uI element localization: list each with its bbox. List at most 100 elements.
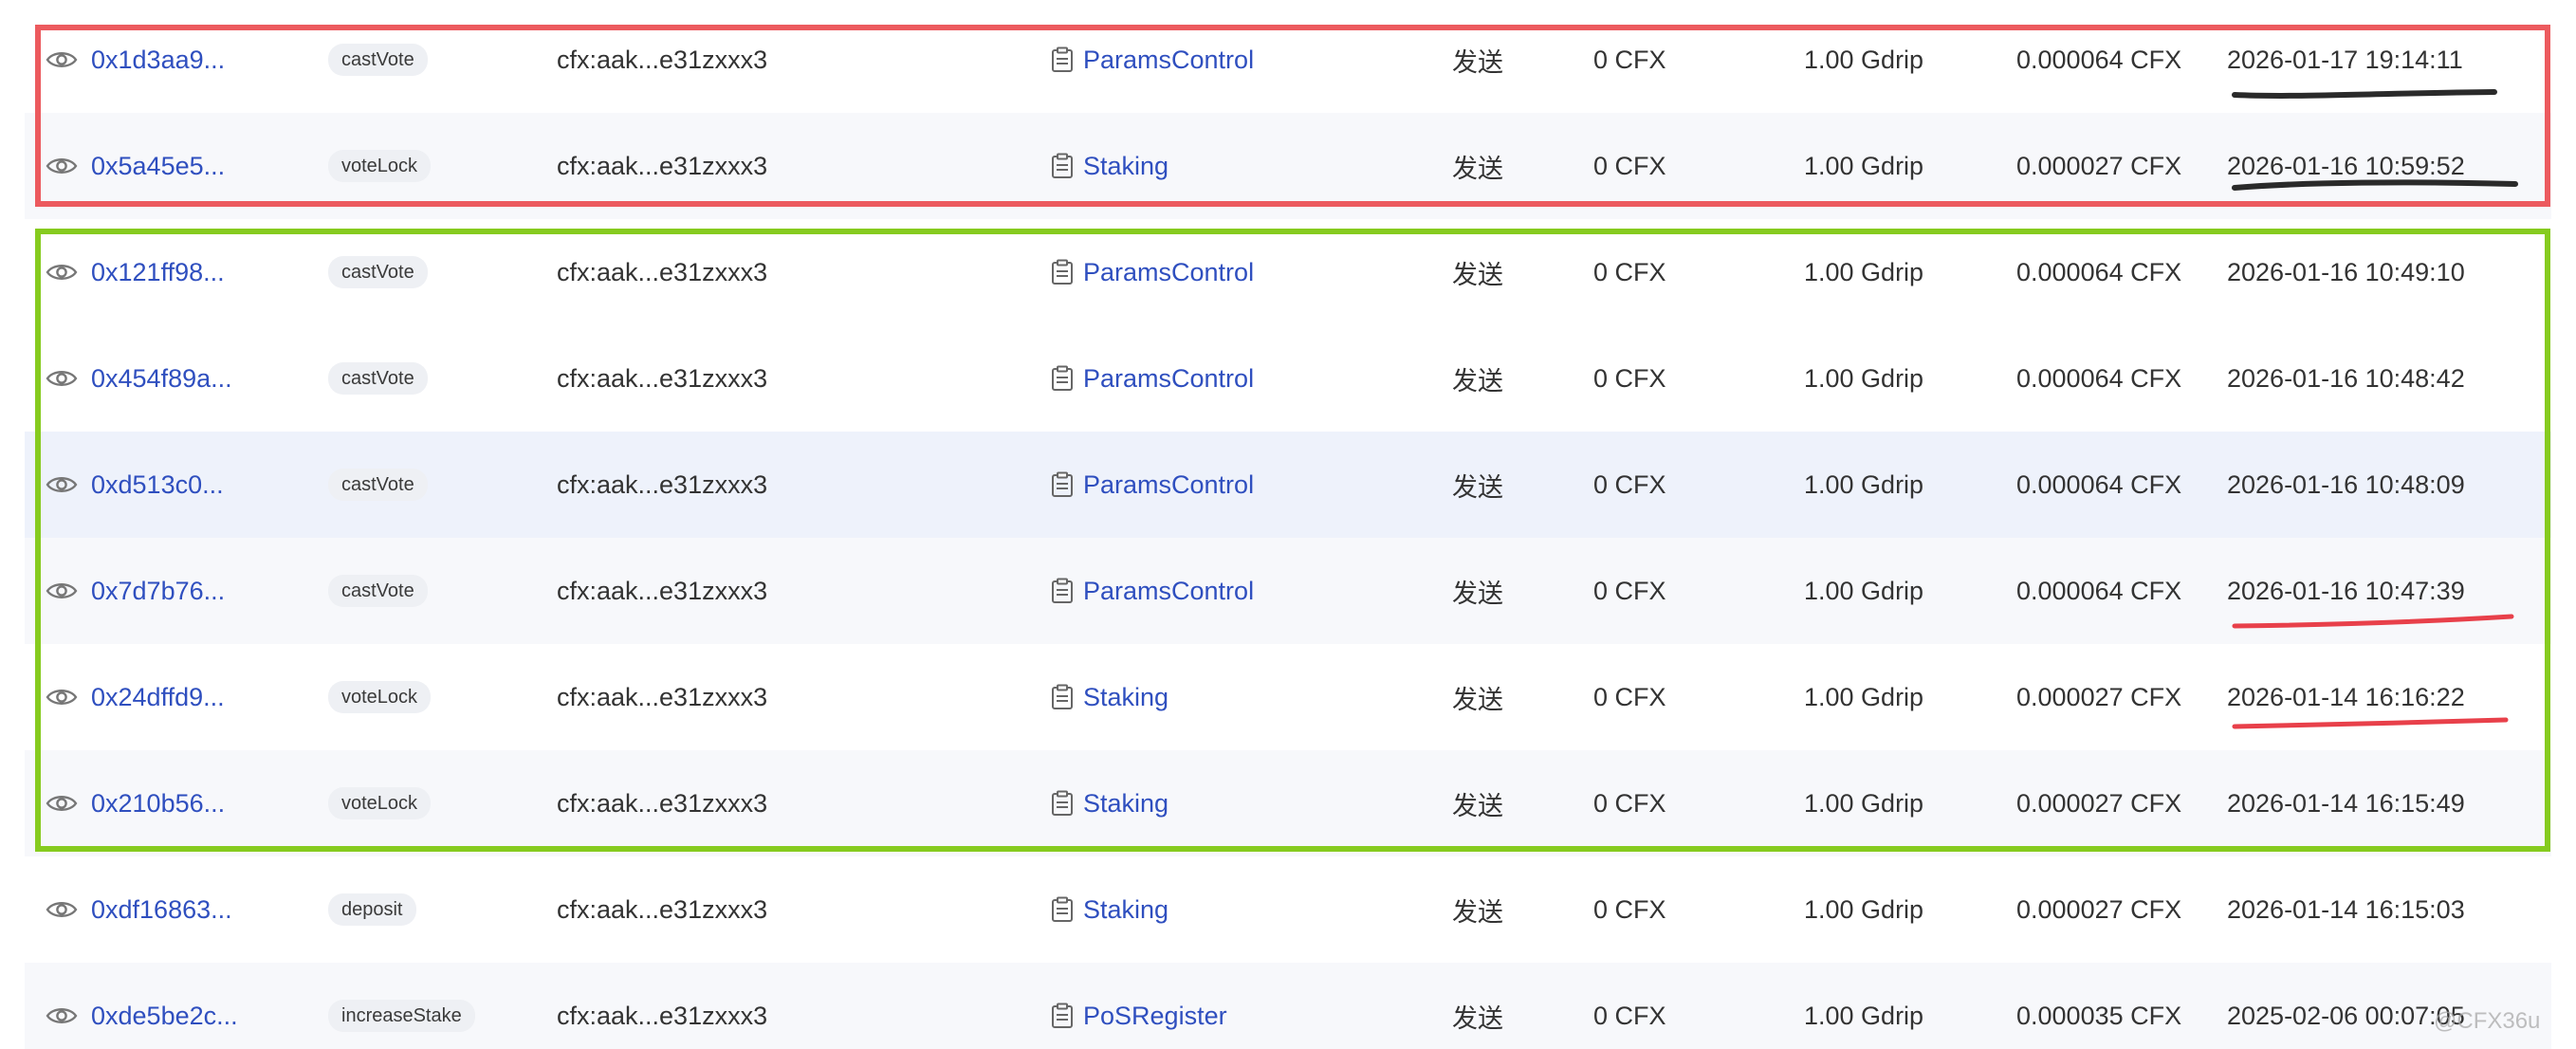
eye-icon[interactable] <box>46 750 83 856</box>
gas-price: 1.00 Gdrip <box>1804 151 1924 180</box>
table-row[interactable]: 0x5a45e5... voteLock cfx:aak...e31zxxx3 … <box>25 113 2551 219</box>
value-amount: 0 CFX <box>1593 151 1666 180</box>
value-amount: 0 CFX <box>1593 469 1666 499</box>
method-badge: castVote <box>328 538 428 644</box>
to-contract-label: ParamsControl <box>1083 363 1255 393</box>
method-label: castVote <box>328 575 428 607</box>
to-contract-link[interactable]: ParamsControl <box>1051 219 1254 325</box>
to-contract-link[interactable]: Staking <box>1051 644 1168 750</box>
document-icon <box>1052 365 1073 391</box>
tx-fee: 0.000064 CFX <box>2016 469 2182 499</box>
gas-price: 1.00 Gdrip <box>1804 788 1924 818</box>
value-amount: 0 CFX <box>1593 788 1666 818</box>
to-contract-link[interactable]: Staking <box>1051 856 1168 963</box>
method-badge: castVote <box>328 219 428 325</box>
direction-label: 发送 <box>1452 260 1503 289</box>
to-contract-link[interactable]: Staking <box>1051 113 1168 219</box>
value-amount: 0 CFX <box>1593 1001 1666 1030</box>
table-row[interactable]: 0xd513c0... castVote cfx:aak...e31zxxx3 … <box>25 432 2551 538</box>
from-address[interactable]: cfx:aak...e31zxxx3 <box>557 644 767 750</box>
from-address[interactable]: cfx:aak...e31zxxx3 <box>557 963 767 1049</box>
tx-hash-link[interactable]: 0xdf16863... <box>91 856 232 963</box>
eye-icon[interactable] <box>46 432 83 538</box>
tx-fee: 0.000027 CFX <box>2016 151 2182 180</box>
to-contract-link[interactable]: ParamsControl <box>1051 325 1254 432</box>
timestamp: 2026-01-16 10:48:42 <box>2227 363 2465 393</box>
table-row[interactable]: 0x210b56... voteLock cfx:aak...e31zxxx3 … <box>25 750 2551 856</box>
method-label: increaseStake <box>328 1000 475 1032</box>
eye-icon[interactable] <box>46 325 83 432</box>
method-label: castVote <box>328 362 428 395</box>
eye-icon[interactable] <box>46 219 83 325</box>
tx-hash-link[interactable]: 0x454f89a... <box>91 325 232 432</box>
to-contract-link[interactable]: ParamsControl <box>1051 432 1254 538</box>
document-icon <box>1052 1003 1073 1028</box>
gas-price: 1.00 Gdrip <box>1804 682 1924 711</box>
from-address[interactable]: cfx:aak...e31zxxx3 <box>557 325 767 432</box>
tx-fee: 0.000027 CFX <box>2016 894 2182 924</box>
eye-icon[interactable] <box>46 538 83 644</box>
direction-label: 发送 <box>1452 366 1503 396</box>
from-address[interactable]: cfx:aak...e31zxxx3 <box>557 7 767 113</box>
eye-icon[interactable] <box>46 644 83 750</box>
table-row[interactable]: 0xde5be2c... increaseStake cfx:aak...e31… <box>25 963 2551 1049</box>
method-badge: deposit <box>328 856 416 963</box>
tx-hash-link[interactable]: 0x210b56... <box>91 750 225 856</box>
to-contract-label: Staking <box>1083 788 1169 818</box>
to-contract-link[interactable]: Staking <box>1051 750 1168 856</box>
eye-icon[interactable] <box>46 856 83 963</box>
from-address[interactable]: cfx:aak...e31zxxx3 <box>557 856 767 963</box>
timestamp: 2026-01-16 10:49:10 <box>2227 257 2465 286</box>
tx-fee: 0.000035 CFX <box>2016 1001 2182 1030</box>
gas-price: 1.00 Gdrip <box>1804 469 1924 499</box>
tx-hash-link[interactable]: 0xde5be2c... <box>91 963 238 1049</box>
tx-hash-link[interactable]: 0x121ff98... <box>91 219 225 325</box>
method-label: voteLock <box>328 681 432 713</box>
to-contract-label: ParamsControl <box>1083 257 1255 286</box>
document-icon <box>1052 471 1073 497</box>
from-address[interactable]: cfx:aak...e31zxxx3 <box>557 538 767 644</box>
timestamp: 2026-01-14 16:16:22 <box>2227 682 2465 711</box>
timestamp: 2025-02-06 00:07:05 <box>2227 1001 2465 1030</box>
from-address[interactable]: cfx:aak...e31zxxx3 <box>557 113 767 219</box>
from-address[interactable]: cfx:aak...e31zxxx3 <box>557 432 767 538</box>
timestamp: 2026-01-16 10:48:09 <box>2227 469 2465 499</box>
to-contract-label: PoSRegister <box>1083 1001 1227 1030</box>
gas-price: 1.00 Gdrip <box>1804 257 1924 286</box>
tx-fee: 0.000064 CFX <box>2016 363 2182 393</box>
method-label: voteLock <box>328 150 432 182</box>
table-row[interactable]: 0x121ff98... castVote cfx:aak...e31zxxx3… <box>25 219 2551 325</box>
method-label: voteLock <box>328 787 432 819</box>
tx-hash-link[interactable]: 0x5a45e5... <box>91 113 225 219</box>
table-row[interactable]: 0x454f89a... castVote cfx:aak...e31zxxx3… <box>25 325 2551 432</box>
to-contract-link[interactable]: PoSRegister <box>1051 963 1227 1049</box>
from-address[interactable]: cfx:aak...e31zxxx3 <box>557 750 767 856</box>
gas-price: 1.00 Gdrip <box>1804 576 1924 605</box>
eye-icon[interactable] <box>46 7 83 113</box>
to-contract-link[interactable]: ParamsControl <box>1051 538 1254 644</box>
method-label: deposit <box>328 893 416 926</box>
timestamp: 2026-01-14 16:15:49 <box>2227 788 2465 818</box>
table-row[interactable]: 0x7d7b76... castVote cfx:aak...e31zxxx3 … <box>25 538 2551 644</box>
timestamp: 2026-01-16 10:59:52 <box>2227 151 2465 180</box>
from-address[interactable]: cfx:aak...e31zxxx3 <box>557 219 767 325</box>
tx-hash-link[interactable]: 0x24dffd9... <box>91 644 225 750</box>
tx-hash-link[interactable]: 0xd513c0... <box>91 432 224 538</box>
table-row[interactable]: 0x1d3aa9... castVote cfx:aak...e31zxxx3 … <box>25 7 2551 113</box>
to-contract-label: Staking <box>1083 682 1169 711</box>
table-row[interactable]: 0xdf16863... deposit cfx:aak...e31zxxx3 … <box>25 856 2551 963</box>
tx-fee: 0.000064 CFX <box>2016 257 2182 286</box>
timestamp: 2026-01-14 16:15:03 <box>2227 894 2465 924</box>
eye-icon[interactable] <box>46 113 83 219</box>
tx-hash-link[interactable]: 0x7d7b76... <box>91 538 225 644</box>
eye-icon[interactable] <box>46 963 83 1049</box>
direction-label: 发送 <box>1452 791 1503 820</box>
to-contract-link[interactable]: ParamsControl <box>1051 7 1254 113</box>
method-badge: castVote <box>328 432 428 538</box>
document-icon <box>1052 790 1073 816</box>
value-amount: 0 CFX <box>1593 363 1666 393</box>
table-row[interactable]: 0x24dffd9... voteLock cfx:aak...e31zxxx3… <box>25 644 2551 750</box>
tx-hash-link[interactable]: 0x1d3aa9... <box>91 7 225 113</box>
timestamp: 2026-01-17 19:14:11 <box>2227 45 2463 74</box>
method-label: castVote <box>328 44 428 76</box>
